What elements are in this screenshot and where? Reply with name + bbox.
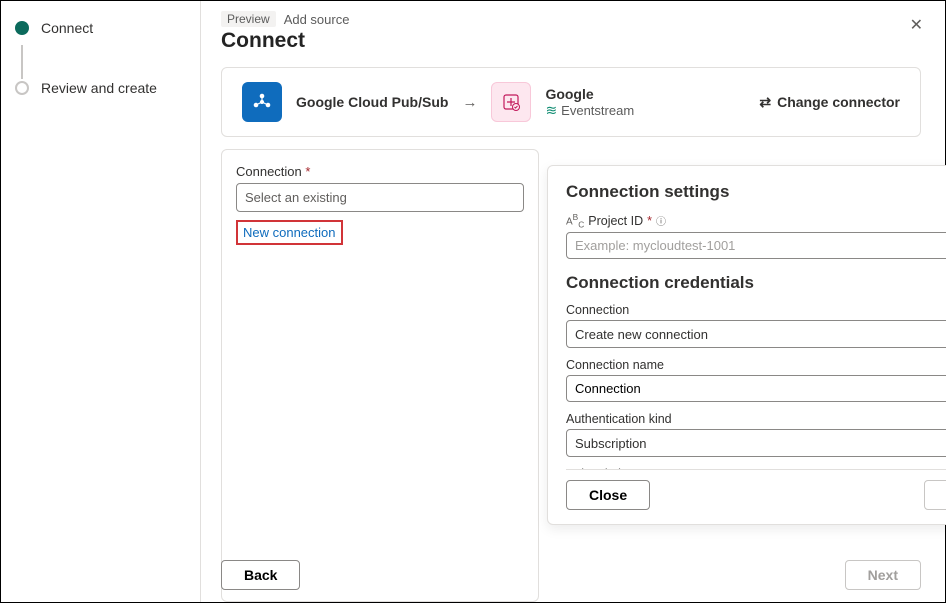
step-label: Connect — [41, 19, 93, 37]
close-button[interactable]: Close — [566, 480, 650, 510]
connection-field-label: Connection * — [236, 164, 524, 179]
connection-name-label: Connection name — [566, 358, 946, 372]
connector-summary-card: Google Cloud Pub/Sub → Google ≋ Eventstr… — [221, 67, 921, 137]
change-connector-button[interactable]: ⇄ Change connector — [759, 94, 900, 111]
credentials-heading: Connection credentials — [566, 273, 946, 293]
breadcrumb: Preview Add source — [221, 11, 921, 27]
connection-dropdown[interactable]: Create new connection ⌄ — [566, 320, 946, 348]
text-type-icon: ABC — [566, 212, 584, 229]
info-icon[interactable]: ⓘ — [656, 213, 666, 228]
dest-name: Google — [545, 86, 634, 102]
step-connector-line — [21, 45, 23, 79]
step-dot-active-icon — [15, 21, 29, 35]
swap-icon: ⇄ — [759, 94, 771, 111]
connection-settings-flyout: Connection settings ABC Project ID * ⓘ C… — [547, 165, 946, 525]
wizard-step-review[interactable]: Review and create — [15, 79, 186, 97]
new-connection-link[interactable]: New connection — [236, 220, 343, 245]
wizard-sidebar: Connect Review and create — [1, 1, 201, 602]
breadcrumb-item: Add source — [284, 12, 350, 27]
dest-block: Google ≋ Eventstream — [545, 86, 634, 119]
preview-badge: Preview — [221, 11, 276, 27]
connect-button[interactable]: Connect — [924, 480, 946, 510]
pubsub-icon — [242, 82, 282, 122]
wizard-footer: Back Next — [221, 560, 921, 590]
page-title: Connect — [221, 29, 921, 53]
connection-select[interactable]: Select an existing — [236, 183, 524, 212]
project-id-input[interactable] — [566, 232, 946, 259]
connection-label: Connection — [566, 303, 946, 317]
step-dot-inactive-icon — [15, 81, 29, 95]
auth-kind-label: Authentication kind — [566, 412, 946, 426]
main-content: ✕ Preview Add source Connect Google Clou… — [201, 1, 945, 602]
project-id-label: ABC Project ID * ⓘ — [566, 212, 946, 229]
wizard-step-connect[interactable]: Connect — [15, 19, 186, 37]
next-button[interactable]: Next — [845, 560, 921, 590]
eventstream-icon — [491, 82, 531, 122]
close-icon[interactable]: ✕ — [910, 15, 923, 35]
auth-kind-dropdown[interactable]: Subscription ⌄ — [566, 429, 946, 457]
step-label: Review and create — [41, 79, 157, 97]
eventstream-wave-icon: ≋ — [545, 102, 557, 119]
connection-card: Connection * Select an existing New conn… — [221, 149, 539, 602]
arrow-icon: → — [462, 94, 477, 111]
source-name: Google Cloud Pub/Sub — [296, 94, 448, 110]
dest-sub: ≋ Eventstream — [545, 102, 634, 119]
back-button[interactable]: Back — [221, 560, 300, 590]
connection-name-input[interactable] — [566, 375, 946, 402]
settings-heading: Connection settings — [566, 182, 946, 202]
